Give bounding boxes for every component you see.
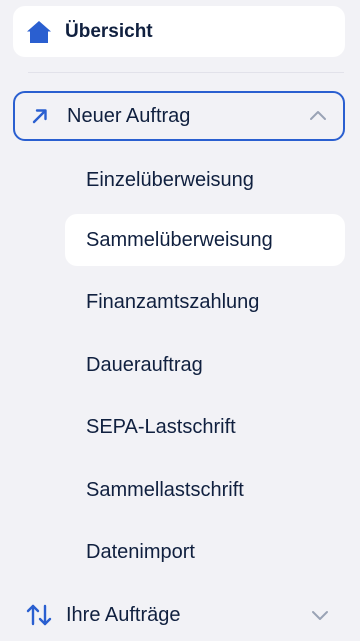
subnav-item-label: Einzelüberweisung: [86, 168, 254, 191]
subnav-item-label: Finanzamtszahlung: [86, 290, 260, 313]
subnav-item-label: Dauerauftrag: [86, 353, 203, 376]
nav-divider: [28, 72, 344, 73]
subnav-item-finanzamtszahlung[interactable]: Finanzamtszahlung: [65, 276, 345, 328]
home-icon: [26, 19, 52, 45]
subnav-item-sepa-lastschrift[interactable]: SEPA-Lastschrift: [65, 401, 345, 453]
subnav-item-dauerauftrag[interactable]: Dauerauftrag: [65, 339, 345, 391]
chevron-down-icon[interactable]: [309, 604, 331, 626]
sort-arrows-icon: [25, 603, 53, 627]
subnav-item-sammellastschrift[interactable]: Sammellastschrift: [65, 464, 345, 516]
nav-item-new-order[interactable]: Neuer Auftrag: [13, 91, 345, 141]
subnav-item-sammelueberweisung[interactable]: Sammelüberweisung: [65, 214, 345, 266]
chevron-up-icon[interactable]: [307, 105, 329, 127]
subnav-item-label: Sammelüberweisung: [86, 228, 273, 251]
subnav-item-einzelueberweisung[interactable]: Einzelüberweisung: [65, 154, 345, 206]
subnav-item-label: Sammellastschrift: [86, 478, 244, 501]
nav-item-overview-label: Übersicht: [65, 20, 153, 42]
sidebar-nav: Übersicht Neuer Auftrag Einzelüberweisun…: [0, 0, 360, 641]
arrow-up-right-icon: [29, 105, 51, 127]
subnav-item-label: Datenimport: [86, 540, 195, 563]
nav-item-orders-label: Ihre Aufträge: [66, 603, 181, 626]
subnav-item-datenimport[interactable]: Datenimport: [65, 526, 345, 578]
subnav-item-label: SEPA-Lastschrift: [86, 415, 236, 438]
nav-item-orders[interactable]: Ihre Aufträge: [13, 590, 345, 640]
nav-item-new-order-label: Neuer Auftrag: [67, 104, 191, 127]
nav-item-overview[interactable]: Übersicht: [13, 6, 345, 57]
